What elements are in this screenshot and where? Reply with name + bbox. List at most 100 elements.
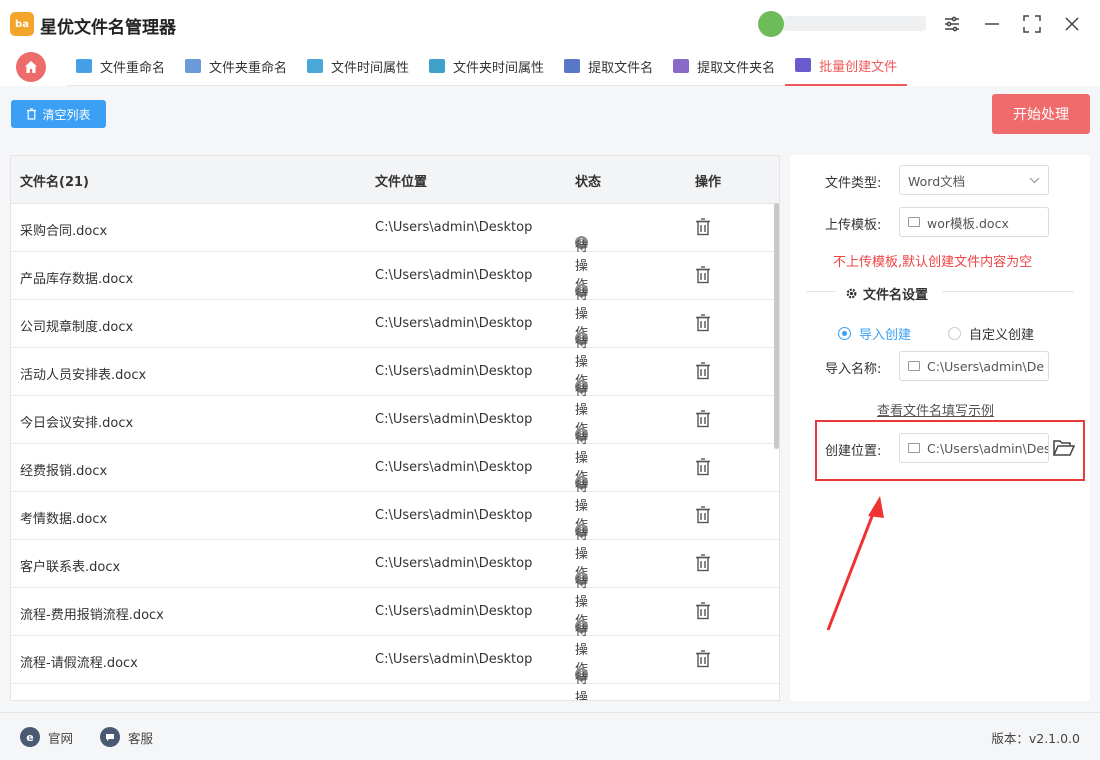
trash-icon: [27, 108, 37, 120]
radio-unselected-icon: [948, 327, 961, 340]
website-label: 官网: [48, 730, 74, 746]
tab-extract-foldername[interactable]: 提取文件夹名: [663, 46, 785, 86]
table-row[interactable]: 公司规章制度.docxC:\Users\admin\Desktopi待操作: [11, 300, 779, 389]
clear-list-button[interactable]: 清空列表: [11, 100, 106, 128]
file-location-cell: C:\Users\admin\Desktop: [375, 412, 533, 427]
customer-service-label: 客服: [128, 730, 154, 746]
delete-row-icon[interactable]: [695, 554, 713, 572]
table-header: 文件名(21) 文件位置 状态 操作: [11, 156, 779, 204]
table-row[interactable]: 经费报销.docxC:\Users\admin\Desktopi待操作: [11, 444, 779, 533]
radio-custom-create[interactable]: 自定义创建: [948, 324, 1034, 343]
version-label: 版本：v2.1.0.0: [991, 731, 1080, 746]
tab-extract-filename[interactable]: 提取文件名: [554, 46, 663, 86]
delete-row-icon[interactable]: [695, 650, 713, 668]
website-link[interactable]: e 官网: [20, 727, 73, 747]
delete-row-icon[interactable]: [695, 506, 713, 524]
table-scrollbar[interactable]: [774, 203, 779, 449]
close-icon[interactable]: [1060, 12, 1084, 36]
tab-label: 提取文件名: [588, 60, 654, 76]
file-name-cell: 经费报销.docx: [20, 464, 108, 479]
filename-settings-title: 文件名设置: [845, 284, 928, 303]
folder-rename-icon: [185, 59, 202, 73]
folder-icon: [908, 217, 920, 227]
chevron-down-icon: [1029, 177, 1040, 183]
file-name-cell: 客户联系表.docx: [20, 560, 121, 575]
folder-time-icon: [429, 59, 446, 73]
file-name-cell: 活动人员安排表.docx: [20, 368, 147, 383]
delete-row-icon[interactable]: [695, 314, 713, 332]
table-row[interactable]: 客户联系表.docxC:\Users\admin\Desktopi待操作: [11, 540, 779, 629]
file-location-cell: C:\Users\admin\Desktop: [375, 460, 533, 475]
batch-create-icon: [795, 58, 812, 72]
delete-row-icon[interactable]: [695, 410, 713, 428]
delete-row-icon[interactable]: [695, 218, 713, 236]
tab-folder-time[interactable]: 文件夹时间属性: [419, 46, 554, 86]
toolbar: 清空列表 开始处理: [0, 86, 1100, 144]
filename-example-link[interactable]: 查看文件名填写示例: [877, 400, 994, 419]
tab-label: 文件重命名: [100, 60, 166, 76]
file-name-cell: 今日会议安排.docx: [20, 416, 134, 431]
radio-custom-label: 自定义创建: [969, 328, 1035, 343]
table-row[interactable]: 流程-费用报销流程.docxC:\Users\admin\Desktopi待操作: [11, 588, 779, 677]
divider-right: [942, 291, 1074, 292]
upload-template-label: 上传模板:: [825, 218, 882, 233]
file-rename-icon: [76, 59, 92, 73]
table-row[interactable]: 考情数据.docxC:\Users\admin\Desktopi待操作: [11, 492, 779, 581]
tab-folder-rename[interactable]: 文件夹重命名: [175, 46, 297, 86]
table-body: 采购合同.docxC:\Users\admin\Desktopi待操作产品库存数…: [11, 204, 779, 700]
radio-import-create[interactable]: 导入创建: [838, 324, 911, 343]
file-table: 文件名(21) 文件位置 状态 操作 采购合同.docx C:\Users\adm…: [10, 155, 780, 701]
header-action: 操作: [695, 175, 722, 190]
table-row[interactable]: 今日会议安排.docxC:\Users\admin\Desktopi待操作: [11, 396, 779, 485]
gear-icon: [846, 288, 857, 299]
title-bar: ba 星优文件名管理器: [0, 0, 1100, 46]
file-time-icon: [307, 59, 324, 73]
file-type-select[interactable]: Word文档: [899, 165, 1049, 195]
extract-foldername-icon: [673, 59, 690, 73]
table-row[interactable]: 流程-请假流程.docxC:\Users\admin\Desktopi待操作: [11, 636, 779, 700]
browser-icon: e: [20, 727, 40, 747]
minimize-icon[interactable]: [980, 12, 1004, 36]
footer: e 官网 客服 版本：v2.1.0.0: [0, 712, 1100, 760]
user-name-blurred: [784, 16, 926, 31]
avatar[interactable]: [758, 11, 784, 37]
extract-filename-icon: [564, 59, 581, 73]
nav-bar: 文件重命名 文件夹重命名 文件时间属性 文件夹时间属性 提取文件名 提取文件夹名…: [0, 46, 1100, 86]
file-location-cell: C:\Users\admin\Desktop: [375, 220, 533, 235]
header-name: 文件名(21): [20, 175, 89, 190]
file-location-cell: C:\Users\admin\Desktop: [375, 604, 533, 619]
home-button[interactable]: [16, 52, 46, 82]
tab-label: 文件夹重命名: [209, 60, 288, 76]
maximize-icon[interactable]: [1020, 12, 1044, 36]
folder-icon: [908, 361, 920, 371]
start-process-button[interactable]: 开始处理: [992, 94, 1090, 134]
upload-template-value: wor模板.docx: [927, 215, 1009, 231]
table-row[interactable]: 产品库存数据.docxC:\Users\admin\Desktopi待操作: [11, 252, 779, 341]
table-row[interactable]: 活动人员安排表.docxC:\Users\admin\Desktopi待操作: [11, 348, 779, 437]
tab-file-time[interactable]: 文件时间属性: [297, 46, 419, 86]
import-name-field[interactable]: C:\Users\admin\De: [899, 351, 1049, 381]
delete-row-icon[interactable]: [695, 602, 713, 620]
file-name-cell: 流程-费用报销流程.docx: [20, 608, 164, 623]
file-location-cell: C:\Users\admin\Desktop: [375, 268, 533, 283]
radio-selected-icon: [838, 327, 851, 340]
radio-import-label: 导入创建: [859, 328, 912, 343]
settings-icon[interactable]: [940, 12, 964, 36]
file-name-cell: 采购合同.docx: [20, 224, 108, 239]
file-name-cell: 公司规章制度.docx: [20, 320, 134, 335]
tab-batch-create[interactable]: 批量创建文件: [785, 46, 908, 86]
file-name-cell: 流程-请假流程.docx: [20, 656, 138, 671]
import-name-label: 导入名称:: [825, 362, 882, 377]
delete-row-icon[interactable]: [695, 458, 713, 476]
table-row[interactable]: 采购合同.docxC:\Users\admin\Desktopi待操作: [11, 204, 779, 293]
delete-row-icon[interactable]: [695, 266, 713, 284]
tab-label: 文件时间属性: [331, 60, 410, 76]
customer-service-link[interactable]: 客服: [100, 727, 153, 747]
tab-label: 提取文件夹名: [697, 60, 776, 76]
start-process-label: 开始处理: [1013, 107, 1069, 123]
home-icon: [25, 61, 37, 73]
upload-template-field[interactable]: wor模板.docx: [899, 207, 1049, 237]
tab-file-rename[interactable]: 文件重命名: [66, 46, 175, 86]
delete-row-icon[interactable]: [695, 362, 713, 380]
file-location-cell: C:\Users\admin\Desktop: [375, 364, 533, 379]
